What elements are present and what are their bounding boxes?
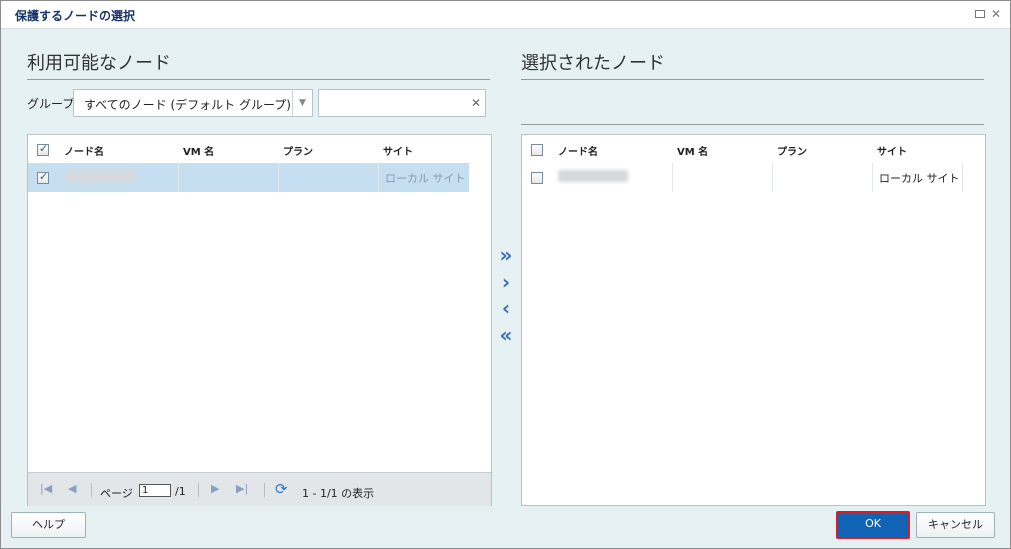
page-number-input[interactable]: 1 [139, 484, 171, 497]
column-header-plan[interactable]: プラン [777, 143, 807, 158]
redacted-node-name [558, 170, 628, 182]
page-total: /1 [175, 485, 186, 498]
ok-button[interactable]: OK [836, 511, 910, 539]
row-checkbox[interactable] [531, 172, 543, 184]
redacted-node-name [66, 170, 136, 182]
select-all-checkbox[interactable] [37, 142, 49, 156]
select-nodes-dialog: 保護するノードの選択 ✕ 利用可能なノード グループ すべてのノード (デフォル… [0, 0, 1011, 549]
column-header-vm[interactable]: VM 名 [183, 143, 214, 158]
table-row[interactable]: ローカル サイト [522, 163, 963, 192]
remove-all-button[interactable]: « [497, 325, 515, 345]
divider [27, 79, 490, 80]
close-icon[interactable]: ✕ [990, 8, 1002, 20]
row-site: ローカル サイト [385, 172, 466, 185]
dialog-title: 保護するノードの選択 [15, 9, 136, 23]
group-select-value: すべてのノード (デフォルト グループ) [84, 98, 291, 112]
column-header-plan[interactable]: プラン [283, 143, 313, 158]
column-header-node[interactable]: ノード名 [558, 143, 598, 158]
prev-page-icon[interactable]: ◀ [68, 482, 76, 495]
grid-header: ノード名 VM 名 プラン サイト [28, 135, 491, 163]
page-label: ページ [100, 487, 133, 500]
column-header-vm[interactable]: VM 名 [677, 143, 708, 158]
dialog-content: 利用可能なノード グループ すべてのノード (デフォルト グループ) ▼ ✕ ノ… [5, 31, 1006, 508]
refresh-icon[interactable]: ⟳ [275, 480, 288, 498]
grid-header: ノード名 VM 名 プラン サイト [522, 135, 985, 163]
select-all-checkbox[interactable] [531, 144, 543, 156]
dialog-titlebar: 保護するノードの選択 ✕ [1, 1, 1010, 29]
cancel-button[interactable]: キャンセル [916, 512, 995, 538]
column-header-node[interactable]: ノード名 [64, 143, 104, 158]
add-all-button[interactable]: » [497, 245, 515, 265]
help-button[interactable]: ヘルプ [11, 512, 86, 538]
row-site: ローカル サイト [879, 172, 960, 185]
first-page-icon[interactable]: |◀ [40, 482, 52, 495]
column-header-site[interactable]: サイト [383, 143, 413, 158]
remove-button[interactable]: ‹ [497, 298, 515, 318]
restore-icon[interactable] [974, 8, 986, 20]
group-select[interactable]: すべてのノード (デフォルト グループ) ▼ [73, 89, 313, 117]
search-field[interactable]: ✕ [318, 89, 486, 117]
divider [521, 79, 984, 80]
last-page-icon[interactable]: ▶| [236, 482, 248, 495]
add-button[interactable]: › [497, 272, 515, 292]
available-nodes-heading: 利用可能なノード [27, 53, 171, 74]
dialog-footer: ヘルプ OK キャンセル [1, 508, 1010, 548]
clear-icon[interactable]: ✕ [471, 96, 481, 110]
next-page-icon[interactable]: ▶ [211, 482, 219, 495]
selected-nodes-heading: 選択されたノード [521, 53, 665, 74]
pagination-bar: |◀ ◀ ページ 1 /1 ▶ ▶| ⟳ 1 - 1/1 の表示 [28, 472, 491, 506]
group-label: グループ [27, 97, 75, 111]
divider [521, 124, 984, 125]
search-input[interactable] [323, 91, 463, 115]
row-checkbox[interactable] [37, 170, 49, 184]
column-header-site[interactable]: サイト [877, 143, 907, 158]
chevron-down-icon[interactable]: ▼ [292, 90, 312, 116]
pager-summary: 1 - 1/1 の表示 [302, 487, 375, 500]
selected-nodes-grid: ノード名 VM 名 プラン サイト ローカル サイト [521, 134, 986, 506]
available-nodes-grid: ノード名 VM 名 プラン サイト ローカル サイト [27, 134, 492, 506]
table-row[interactable]: ローカル サイト [28, 163, 469, 192]
